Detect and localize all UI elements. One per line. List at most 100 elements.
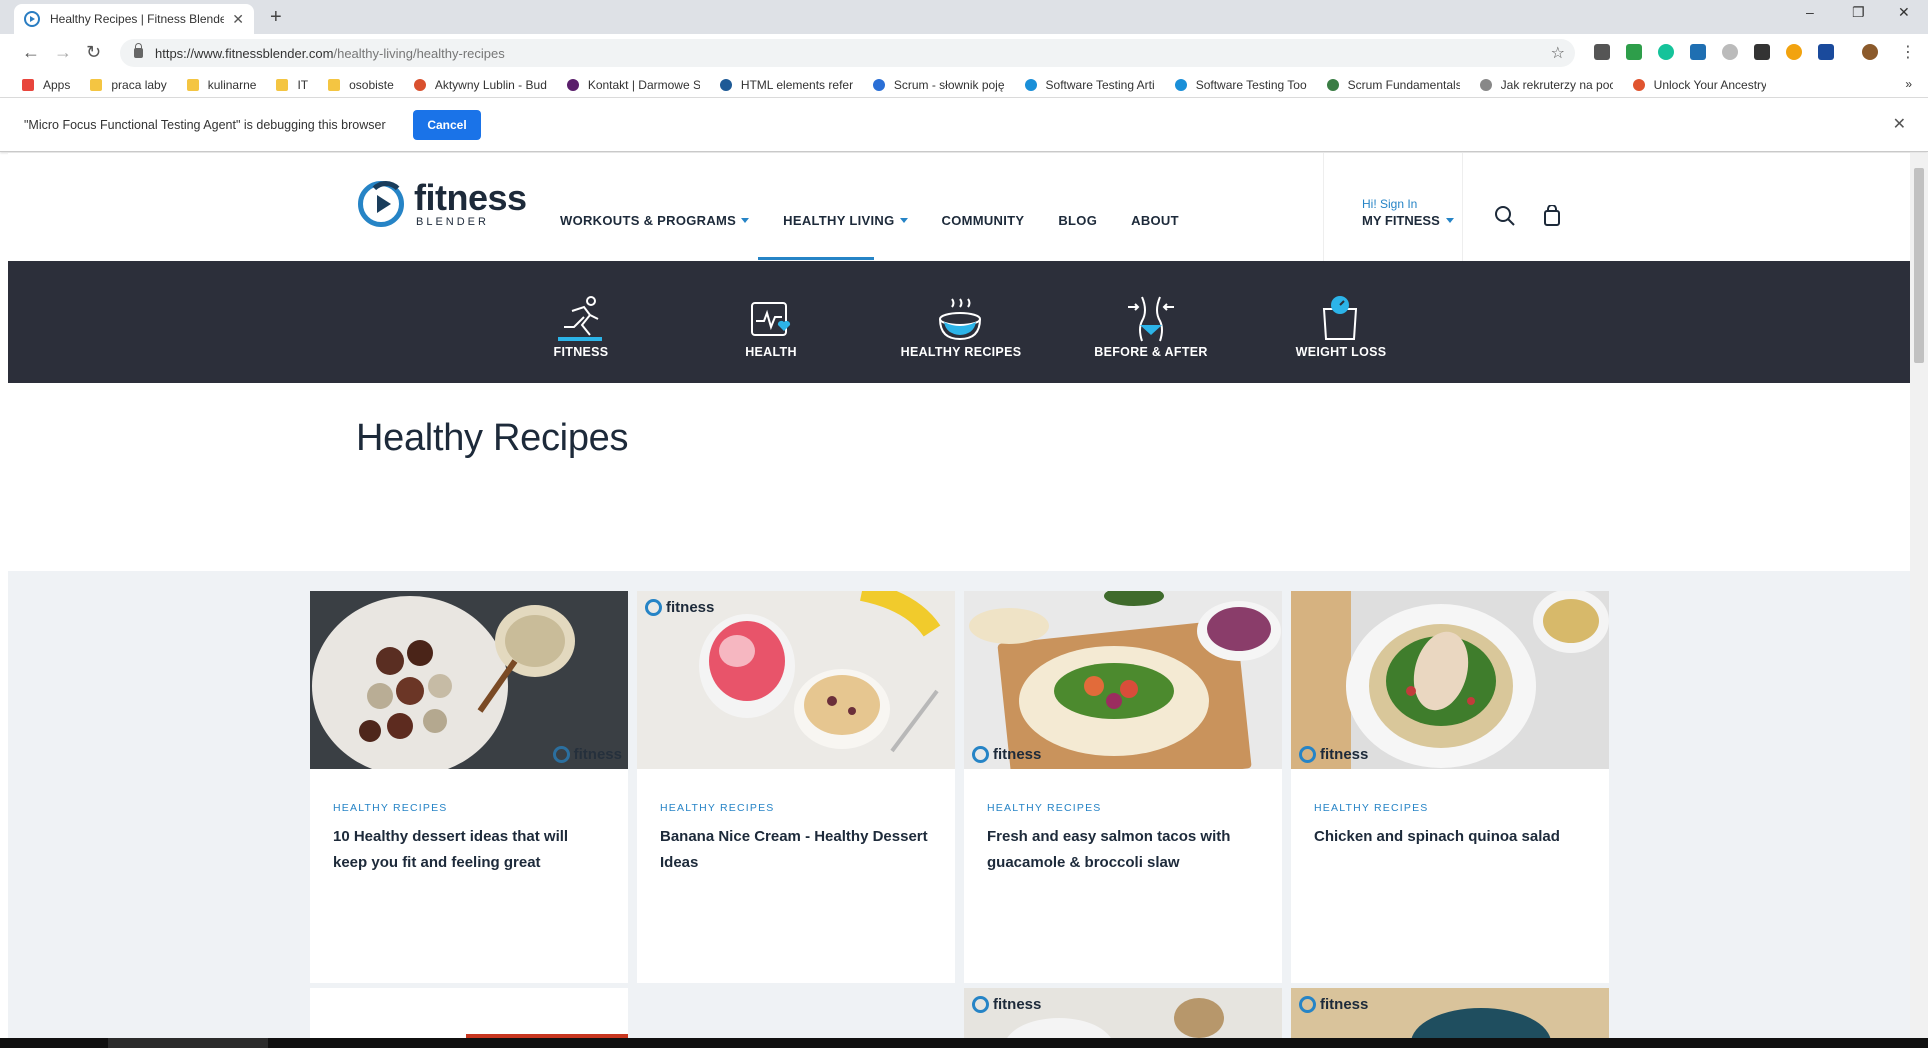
nav-item-label: COMMUNITY xyxy=(941,213,1025,228)
bookmark-label: praca laby xyxy=(111,77,167,92)
nav-item-blog[interactable]: BLOG xyxy=(1058,213,1097,228)
bookmark-4[interactable]: osobiste xyxy=(328,78,394,92)
debugging-infobar: "Micro Focus Functional Testing Agent" i… xyxy=(0,98,1928,152)
site-icon xyxy=(413,78,426,91)
category-healthy-recipes[interactable]: HEALTHY RECIPES xyxy=(891,261,1031,383)
infobar-close-icon[interactable]: ✕ xyxy=(1893,114,1906,134)
card-category-tag[interactable]: HEALTHY RECIPES xyxy=(333,802,447,814)
close-window-button[interactable]: ✕ xyxy=(1898,4,1910,21)
bookmark-5[interactable]: Aktywny Lublin - Bud xyxy=(413,78,547,92)
recipe-card[interactable]: fitness HEALTHY RECIPES Fresh and easy s… xyxy=(964,591,1282,983)
tab-close-icon[interactable]: ✕ xyxy=(232,11,244,28)
nav-item-label: WORKOUTS & PROGRAMS xyxy=(560,213,737,228)
shopping-bag-icon[interactable] xyxy=(1543,205,1561,227)
recipe-image-quinoa-salad[interactable]: fitness xyxy=(1291,591,1609,769)
bookmark-2[interactable]: kulinarne xyxy=(186,78,256,92)
recipe-image-partial[interactable] xyxy=(1411,1008,1551,1038)
bookmark-11[interactable]: Scrum Fundamentals xyxy=(1326,78,1460,92)
extension-x-icon[interactable] xyxy=(1690,44,1706,60)
card-title[interactable]: Fresh and easy salmon tacos with guacamo… xyxy=(987,824,1259,876)
card-title[interactable]: Chicken and spinach quinoa salad xyxy=(1314,824,1586,850)
bookmark-star-icon[interactable]: ☆ xyxy=(1551,43,1565,63)
fitness-blender-logo[interactable]: fitness BLENDER xyxy=(358,180,527,228)
bookmark-1[interactable]: praca laby xyxy=(90,77,167,92)
forward-arrow-icon[interactable]: → xyxy=(54,42,72,63)
extension-shield-icon[interactable] xyxy=(1594,44,1610,60)
bookmark-10[interactable]: Software Testing Too xyxy=(1174,78,1307,92)
page-icon xyxy=(1479,78,1492,91)
recipe-image-dessert-balls[interactable]: fitness xyxy=(310,591,628,769)
page-viewport: fitness BLENDER WORKOUTS & PROGRAMS HEALT… xyxy=(8,153,1910,1038)
search-icon[interactable] xyxy=(1494,205,1516,227)
category-fitness[interactable]: FITNESS xyxy=(511,261,651,383)
card-title[interactable]: 10 Healthy dessert ideas that will keep … xyxy=(333,824,605,876)
category-before-after[interactable]: BEFORE & AFTER xyxy=(1081,261,1221,383)
recipe-image-nice-cream[interactable]: fitness xyxy=(637,591,955,769)
recipe-card[interactable]: fitness HEALTHY RECIPES 10 Healthy desse… xyxy=(310,591,628,983)
category-health[interactable]: HEALTH xyxy=(701,261,841,383)
my-fitness-dropdown[interactable]: MY FITNESS xyxy=(1362,213,1454,228)
account-menu[interactable]: Hi! Sign In MY FITNESS xyxy=(1323,153,1463,261)
bookmarks-overflow-icon[interactable]: » xyxy=(1905,77,1912,91)
nav-item-workouts-programs[interactable]: WORKOUTS & PROGRAMS xyxy=(560,213,750,228)
bookmark-3[interactable]: IT xyxy=(276,78,308,92)
recipe-image-partial[interactable] xyxy=(1004,1018,1114,1038)
address-toolbar: ← → ↻ https://www.fitnessblender.com/hea… xyxy=(0,34,1928,72)
active-nav-indicator xyxy=(758,257,874,260)
sign-in-link[interactable]: Hi! Sign In xyxy=(1362,197,1417,211)
extension-drive-icon[interactable] xyxy=(1818,44,1834,60)
logo-subtitle: BLENDER xyxy=(416,216,489,228)
taskbar-item[interactable] xyxy=(108,1038,268,1048)
recipe-card[interactable]: fitness HEALTHY RECIPES Chicken and spin… xyxy=(1291,591,1609,983)
category-label: HEALTH xyxy=(745,345,797,359)
restore-button[interactable]: ❐ xyxy=(1852,4,1865,21)
card-category-tag[interactable]: HEALTHY RECIPES xyxy=(660,802,774,814)
bookmark-label: Apps xyxy=(43,77,71,92)
bookmark-0[interactable]: Apps xyxy=(22,78,70,92)
bookmark-6[interactable]: Kontakt | Darmowe S xyxy=(566,78,700,92)
bookmark-7[interactable]: HTML elements refer xyxy=(719,77,853,92)
watermark-logo: fitness xyxy=(1299,996,1368,1013)
watermark-logo: fitness xyxy=(645,599,714,616)
scrollbar-thumb[interactable] xyxy=(1914,168,1924,363)
recipe-card[interactable]: fitness HEALTHY RECIPES Banana Nice Crea… xyxy=(637,591,955,983)
extension-grammarly-icon[interactable] xyxy=(1658,44,1674,60)
nav-item-healthy-living[interactable]: HEALTHY LIVING xyxy=(783,213,908,228)
nav-item-label: BLOG xyxy=(1058,213,1098,228)
bookmark-label: osobiste xyxy=(349,77,394,92)
card-category-tag[interactable]: HEALTHY RECIPES xyxy=(987,802,1101,814)
folder-icon xyxy=(90,78,103,91)
extension-cloud-icon[interactable] xyxy=(1722,44,1738,60)
recipe-card[interactable]: fitness xyxy=(1291,988,1609,1038)
bookmark-label: HTML elements refer xyxy=(740,77,853,92)
address-bar[interactable]: https://www.fitnessblender.com/healthy-l… xyxy=(120,39,1575,67)
cancel-debugging-button[interactable]: Cancel xyxy=(413,110,481,140)
browser-menu-icon[interactable]: ⋮ xyxy=(1900,42,1916,62)
new-tab-button[interactable]: + xyxy=(270,6,282,29)
folder-icon xyxy=(186,78,199,91)
bookmark-12[interactable]: Jak rekruterzy na poc xyxy=(1479,78,1613,92)
browser-tab[interactable]: Healthy Recipes | Fitness Blender ✕ xyxy=(14,4,254,34)
recipe-image-salmon-tacos[interactable]: fitness xyxy=(964,591,1282,769)
bookmark-8[interactable]: Scrum - słownik poję xyxy=(872,78,1005,92)
category-label: HEALTHY RECIPES xyxy=(900,345,1022,359)
extension-color-icon[interactable] xyxy=(1786,44,1802,60)
recipe-card[interactable] xyxy=(310,988,628,1038)
minimize-button[interactable]: – xyxy=(1806,4,1814,20)
bookmark-13[interactable]: Unlock Your Ancestry xyxy=(1632,78,1766,92)
profile-avatar[interactable] xyxy=(1862,44,1878,60)
nav-item-about[interactable]: ABOUT xyxy=(1131,213,1179,228)
scale-icon xyxy=(1322,296,1358,340)
card-title[interactable]: Banana Nice Cream - Healthy Dessert Idea… xyxy=(660,824,932,876)
recipe-image-partial xyxy=(1174,998,1224,1038)
page-scrollbar[interactable] xyxy=(1910,153,1928,1038)
reload-icon[interactable]: ↻ xyxy=(86,42,101,63)
bookmark-9[interactable]: Software Testing Arti xyxy=(1024,78,1155,92)
back-arrow-icon[interactable]: ← xyxy=(22,42,40,63)
extension-note-icon[interactable] xyxy=(1754,44,1770,60)
extension-sheets-icon[interactable] xyxy=(1626,44,1642,60)
recipe-card[interactable]: fitness xyxy=(964,988,1282,1038)
category-weight-loss[interactable]: WEIGHT LOSS xyxy=(1271,261,1411,383)
nav-item-community[interactable]: COMMUNITY xyxy=(942,213,1025,228)
card-category-tag[interactable]: HEALTHY RECIPES xyxy=(1314,802,1428,814)
